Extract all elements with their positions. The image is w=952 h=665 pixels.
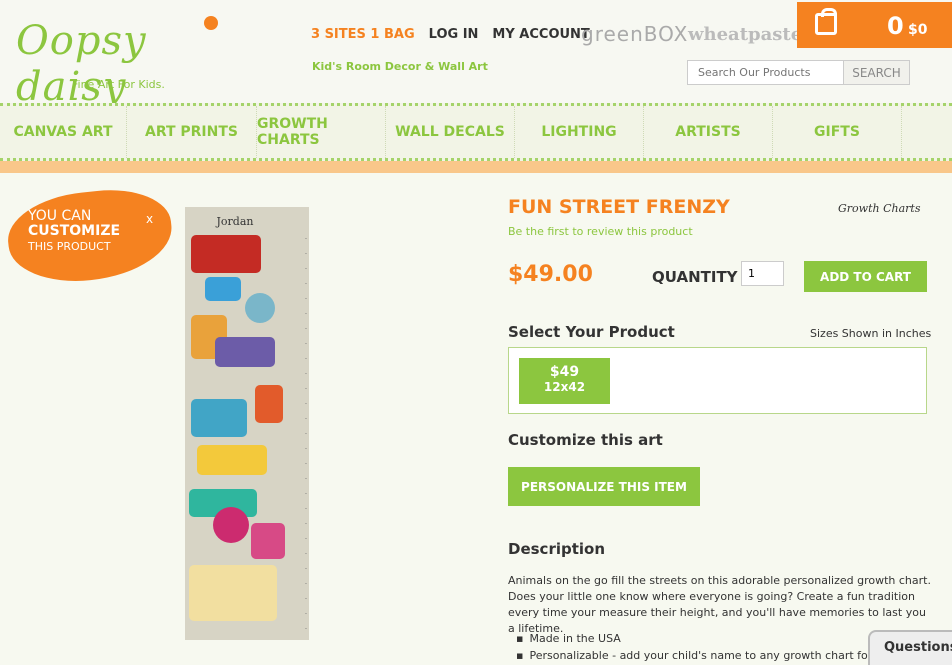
chart-child-name: Jordan <box>216 215 254 228</box>
sizes-note: Sizes Shown in Inches <box>810 327 932 340</box>
car-illustration <box>197 445 267 475</box>
bike-illustration <box>251 523 285 559</box>
review-link[interactable]: Be the first to review this product <box>508 225 693 238</box>
scooter-illustration <box>205 277 241 301</box>
ruler-tick: - <box>304 520 307 527</box>
bike-illustration <box>245 293 275 323</box>
three-sites-link[interactable]: 3 SITES 1 BAG <box>311 27 415 42</box>
product-price: $49.00 <box>508 262 593 287</box>
car-illustration <box>215 337 275 367</box>
ruler-tick: - <box>304 385 307 392</box>
add-to-cart-button[interactable]: ADD TO CART <box>804 261 927 292</box>
scooter-illustration <box>213 507 249 543</box>
orange-stripe <box>0 161 952 173</box>
site-header: Oopsy daisy Fine Art For Kids. 3 SITES 1… <box>0 0 952 110</box>
ruler-tick: - <box>304 400 307 407</box>
quantity-input[interactable] <box>741 261 784 286</box>
shopping-bag-icon <box>815 8 837 35</box>
car-illustration <box>191 399 247 437</box>
ruler-tick: - <box>304 505 307 512</box>
ruler-tick: - <box>304 445 307 452</box>
top-nav: 3 SITES 1 BAG LOG IN MY ACCOUNT <box>311 27 590 42</box>
nav-wall-decals[interactable]: WALL DECALS <box>386 106 515 158</box>
customize-badge-text: YOU CAN CUSTOMIZE THIS PRODUCT <box>28 208 121 254</box>
height-ruler: - - - - - - - - - - - - - - - - - - - - - - - - - - - <box>285 207 309 640</box>
logo[interactable]: Oopsy daisy Fine Art For Kids. <box>14 12 229 110</box>
nav-canvas-art[interactable]: CANVAS ART <box>0 106 127 158</box>
ruler-tick: - <box>304 550 307 557</box>
login-link[interactable]: LOG IN <box>429 27 479 42</box>
feature-list: Made in the USA Personalizable - add you… <box>516 630 883 664</box>
size-price: $49 <box>549 364 580 380</box>
wheatpaste-logo[interactable]: wheatpaste <box>688 24 802 45</box>
logo-text: Oopsy daisy <box>16 18 147 110</box>
cart-count: 0 <box>887 12 904 40</box>
ruler-tick: - <box>304 610 307 617</box>
size-dimensions: 12x42 <box>543 380 586 394</box>
customize-heading: Customize this art <box>508 431 663 449</box>
select-product-heading: Select Your Product <box>508 323 675 341</box>
greenbox-logo[interactable]: greenBOX <box>581 22 688 46</box>
quantity-label: QUANTITY <box>652 268 738 286</box>
ruler-tick: - <box>304 235 307 242</box>
cart-total: $0 <box>908 22 928 38</box>
nav-growth-charts[interactable]: GROWTH CHARTS <box>257 106 386 158</box>
my-account-link[interactable]: MY ACCOUNT <box>492 27 589 42</box>
ruler-tick: - <box>304 490 307 497</box>
close-icon[interactable]: x <box>146 212 153 226</box>
ruler-tick: - <box>304 280 307 287</box>
list-item: Personalizable - add your child's name t… <box>516 647 882 664</box>
ruler-tick: - <box>304 415 307 422</box>
site-tagline: Kid's Room Decor & Wall Art <box>312 60 488 73</box>
bike-illustration <box>255 385 283 423</box>
ruler-tick: - <box>304 310 307 317</box>
cart-button[interactable]: 0 $0 <box>797 2 952 48</box>
search-button[interactable]: SEARCH <box>843 60 910 85</box>
nav-lighting[interactable]: LIGHTING <box>515 106 644 158</box>
search-input[interactable] <box>687 60 844 85</box>
ruler-tick: - <box>304 340 307 347</box>
logo-tagline: Fine Art For Kids. <box>72 78 165 91</box>
category-link[interactable]: Growth Charts <box>838 202 920 215</box>
product-image[interactable]: Jordan - - - - - - - - - - - - - - - - - - - - - - - - - - - <box>185 207 309 640</box>
description-text: Animals on the go fill the streets on th… <box>508 574 931 635</box>
ruler-tick: - <box>304 355 307 362</box>
ruler-tick: - <box>304 430 307 437</box>
nav-art-prints[interactable]: ART PRINTS <box>127 106 257 158</box>
ruler-tick: - <box>304 625 307 632</box>
nav-artists[interactable]: ARTISTS <box>644 106 773 158</box>
car-illustration <box>191 235 261 273</box>
ruler-tick: - <box>304 295 307 302</box>
ruler-tick: - <box>304 265 307 272</box>
list-item: Made in the USA <box>516 630 883 647</box>
main-nav: CANVAS ART ART PRINTS GROWTH CHARTS WALL… <box>0 103 952 161</box>
product-title: FUN STREET FRENZY <box>508 196 730 218</box>
bus-illustration <box>189 565 277 621</box>
ruler-tick: - <box>304 535 307 542</box>
personalize-button[interactable]: PERSONALIZE THIS ITEM <box>508 467 700 506</box>
questions-tab[interactable]: Questions <box>868 630 952 665</box>
ruler-tick: - <box>304 565 307 572</box>
flower-icon <box>204 16 218 30</box>
ruler-tick: - <box>304 370 307 377</box>
ruler-tick: - <box>304 475 307 482</box>
ruler-tick: - <box>304 595 307 602</box>
ruler-tick: - <box>304 580 307 587</box>
ruler-tick: - <box>304 250 307 257</box>
size-option-12x42[interactable]: $49 12x42 <box>519 358 610 404</box>
ruler-tick: - <box>304 325 307 332</box>
description-heading: Description <box>508 540 606 558</box>
ruler-tick: - <box>304 460 307 467</box>
nav-gifts[interactable]: GIFTS <box>773 106 902 158</box>
